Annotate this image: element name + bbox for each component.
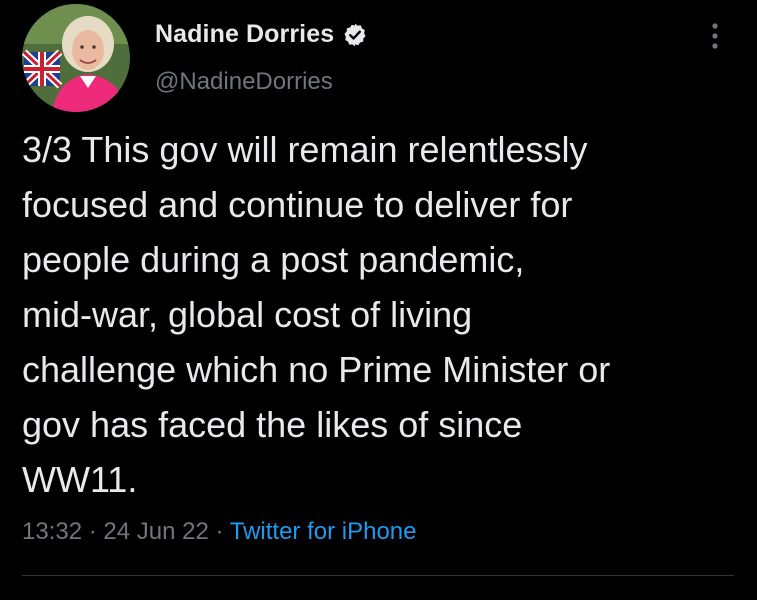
avatar-photo-icon (22, 4, 130, 112)
tweet-text-line: focused and continue to deliver for (22, 184, 573, 225)
verified-badge-icon (342, 22, 368, 48)
divider (22, 575, 734, 576)
tweet-time[interactable]: 13:32 (22, 518, 82, 545)
tweet-date[interactable]: 24 Jun 22 (103, 518, 208, 545)
tweet-text-line: mid-war, global cost of living (22, 294, 473, 335)
avatar[interactable] (22, 4, 130, 112)
author-name-row: Nadine Dorries (155, 20, 368, 49)
tweet-text-line: people during a post pandemic, (22, 239, 525, 280)
author-display-name[interactable]: Nadine Dorries (155, 20, 334, 49)
tweet: Nadine Dorries @NadineDorries 3/3 This g… (0, 0, 757, 600)
tweet-text-line: 3/3 This gov will remain relentlessly (22, 129, 588, 170)
author-handle[interactable]: @NadineDorries (155, 68, 333, 96)
tweet-metadata: 13:32 · 24 Jun 22 · Twitter for iPhone (22, 518, 416, 546)
more-options-icon[interactable] (705, 20, 725, 52)
tweet-text-line: gov has faced the likes of since (22, 404, 523, 445)
tweet-text-line: challenge which no Prime Minister or (22, 349, 611, 390)
meta-separator: · (215, 518, 224, 545)
meta-separator: · (88, 518, 97, 545)
tweet-text-line: WW11. (22, 459, 138, 500)
tweet-text: 3/3 This gov will remain relentlessly fo… (22, 122, 742, 507)
tweet-source-link[interactable]: Twitter for iPhone (230, 518, 417, 545)
